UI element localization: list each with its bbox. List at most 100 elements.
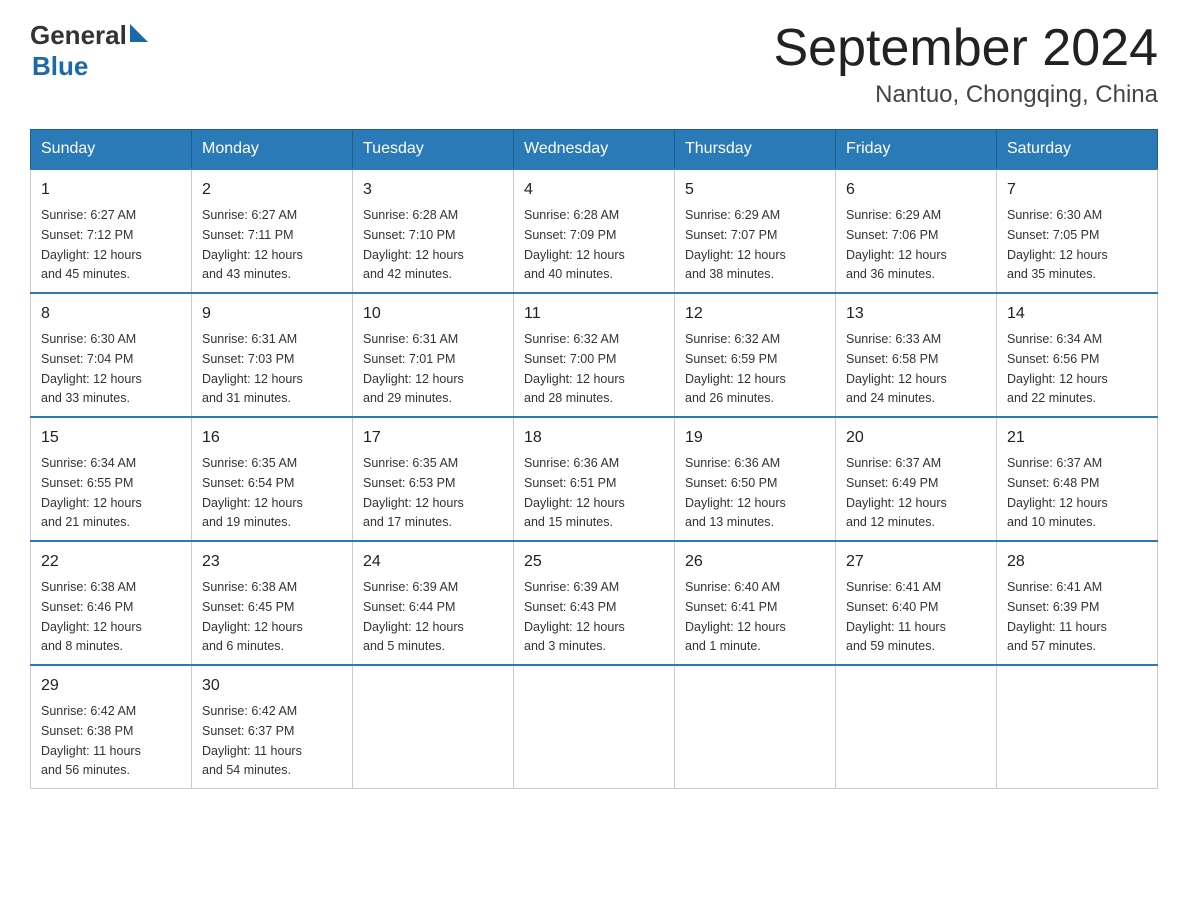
calendar-cell xyxy=(514,665,675,789)
calendar-location: Nantuo, Chongqing, China xyxy=(774,81,1159,109)
day-number: 25 xyxy=(524,550,664,574)
day-number: 28 xyxy=(1007,550,1147,574)
day-info: Sunrise: 6:35 AMSunset: 6:53 PMDaylight:… xyxy=(363,456,464,529)
day-info: Sunrise: 6:28 AMSunset: 7:09 PMDaylight:… xyxy=(524,208,625,281)
calendar-title-area: September 2024 Nantuo, Chongqing, China xyxy=(774,20,1159,109)
day-info: Sunrise: 6:34 AMSunset: 6:56 PMDaylight:… xyxy=(1007,332,1108,405)
day-info: Sunrise: 6:31 AMSunset: 7:03 PMDaylight:… xyxy=(202,332,303,405)
day-number: 12 xyxy=(685,302,825,326)
day-number: 9 xyxy=(202,302,342,326)
calendar-cell: 11 Sunrise: 6:32 AMSunset: 7:00 PMDaylig… xyxy=(514,293,675,417)
day-number: 15 xyxy=(41,426,181,450)
weekday-header-row: SundayMondayTuesdayWednesdayThursdayFrid… xyxy=(31,130,1158,170)
calendar-cell: 16 Sunrise: 6:35 AMSunset: 6:54 PMDaylig… xyxy=(192,417,353,541)
day-number: 26 xyxy=(685,550,825,574)
logo-blue-text: Blue xyxy=(32,51,88,82)
calendar-cell: 6 Sunrise: 6:29 AMSunset: 7:06 PMDayligh… xyxy=(836,169,997,293)
day-info: Sunrise: 6:32 AMSunset: 6:59 PMDaylight:… xyxy=(685,332,786,405)
day-info: Sunrise: 6:38 AMSunset: 6:46 PMDaylight:… xyxy=(41,580,142,653)
calendar-cell: 1 Sunrise: 6:27 AMSunset: 7:12 PMDayligh… xyxy=(31,169,192,293)
weekday-header-friday: Friday xyxy=(836,130,997,170)
calendar-cell: 7 Sunrise: 6:30 AMSunset: 7:05 PMDayligh… xyxy=(997,169,1158,293)
calendar-cell: 12 Sunrise: 6:32 AMSunset: 6:59 PMDaylig… xyxy=(675,293,836,417)
day-number: 27 xyxy=(846,550,986,574)
day-info: Sunrise: 6:42 AMSunset: 6:38 PMDaylight:… xyxy=(41,704,141,777)
weekday-header-wednesday: Wednesday xyxy=(514,130,675,170)
day-info: Sunrise: 6:39 AMSunset: 6:43 PMDaylight:… xyxy=(524,580,625,653)
weekday-header-tuesday: Tuesday xyxy=(353,130,514,170)
week-row-2: 8 Sunrise: 6:30 AMSunset: 7:04 PMDayligh… xyxy=(31,293,1158,417)
logo-general-text: General xyxy=(30,20,127,51)
calendar-cell: 18 Sunrise: 6:36 AMSunset: 6:51 PMDaylig… xyxy=(514,417,675,541)
day-info: Sunrise: 6:40 AMSunset: 6:41 PMDaylight:… xyxy=(685,580,786,653)
day-number: 8 xyxy=(41,302,181,326)
day-number: 14 xyxy=(1007,302,1147,326)
calendar-cell: 14 Sunrise: 6:34 AMSunset: 6:56 PMDaylig… xyxy=(997,293,1158,417)
calendar-cell: 3 Sunrise: 6:28 AMSunset: 7:10 PMDayligh… xyxy=(353,169,514,293)
calendar-cell: 2 Sunrise: 6:27 AMSunset: 7:11 PMDayligh… xyxy=(192,169,353,293)
day-number: 10 xyxy=(363,302,503,326)
day-number: 20 xyxy=(846,426,986,450)
day-info: Sunrise: 6:37 AMSunset: 6:49 PMDaylight:… xyxy=(846,456,947,529)
calendar-cell: 26 Sunrise: 6:40 AMSunset: 6:41 PMDaylig… xyxy=(675,541,836,665)
day-number: 21 xyxy=(1007,426,1147,450)
day-info: Sunrise: 6:28 AMSunset: 7:10 PMDaylight:… xyxy=(363,208,464,281)
calendar-cell xyxy=(997,665,1158,789)
day-number: 24 xyxy=(363,550,503,574)
weekday-header-sunday: Sunday xyxy=(31,130,192,170)
calendar-cell: 27 Sunrise: 6:41 AMSunset: 6:40 PMDaylig… xyxy=(836,541,997,665)
weekday-header-thursday: Thursday xyxy=(675,130,836,170)
calendar-cell: 17 Sunrise: 6:35 AMSunset: 6:53 PMDaylig… xyxy=(353,417,514,541)
day-number: 7 xyxy=(1007,178,1147,202)
day-number: 18 xyxy=(524,426,664,450)
day-number: 2 xyxy=(202,178,342,202)
calendar-cell: 24 Sunrise: 6:39 AMSunset: 6:44 PMDaylig… xyxy=(353,541,514,665)
day-info: Sunrise: 6:37 AMSunset: 6:48 PMDaylight:… xyxy=(1007,456,1108,529)
day-info: Sunrise: 6:30 AMSunset: 7:04 PMDaylight:… xyxy=(41,332,142,405)
calendar-cell: 15 Sunrise: 6:34 AMSunset: 6:55 PMDaylig… xyxy=(31,417,192,541)
day-info: Sunrise: 6:27 AMSunset: 7:12 PMDaylight:… xyxy=(41,208,142,281)
calendar-cell: 13 Sunrise: 6:33 AMSunset: 6:58 PMDaylig… xyxy=(836,293,997,417)
calendar-table: SundayMondayTuesdayWednesdayThursdayFrid… xyxy=(30,129,1158,789)
day-info: Sunrise: 6:36 AMSunset: 6:50 PMDaylight:… xyxy=(685,456,786,529)
calendar-cell: 4 Sunrise: 6:28 AMSunset: 7:09 PMDayligh… xyxy=(514,169,675,293)
calendar-cell: 28 Sunrise: 6:41 AMSunset: 6:39 PMDaylig… xyxy=(997,541,1158,665)
day-number: 30 xyxy=(202,674,342,698)
calendar-cell: 23 Sunrise: 6:38 AMSunset: 6:45 PMDaylig… xyxy=(192,541,353,665)
day-info: Sunrise: 6:30 AMSunset: 7:05 PMDaylight:… xyxy=(1007,208,1108,281)
week-row-5: 29 Sunrise: 6:42 AMSunset: 6:38 PMDaylig… xyxy=(31,665,1158,789)
day-number: 17 xyxy=(363,426,503,450)
page-header: General Blue September 2024 Nantuo, Chon… xyxy=(30,20,1158,109)
day-info: Sunrise: 6:27 AMSunset: 7:11 PMDaylight:… xyxy=(202,208,303,281)
day-info: Sunrise: 6:34 AMSunset: 6:55 PMDaylight:… xyxy=(41,456,142,529)
calendar-cell xyxy=(836,665,997,789)
week-row-4: 22 Sunrise: 6:38 AMSunset: 6:46 PMDaylig… xyxy=(31,541,1158,665)
calendar-cell: 19 Sunrise: 6:36 AMSunset: 6:50 PMDaylig… xyxy=(675,417,836,541)
day-number: 16 xyxy=(202,426,342,450)
calendar-cell: 20 Sunrise: 6:37 AMSunset: 6:49 PMDaylig… xyxy=(836,417,997,541)
day-info: Sunrise: 6:31 AMSunset: 7:01 PMDaylight:… xyxy=(363,332,464,405)
day-number: 23 xyxy=(202,550,342,574)
day-info: Sunrise: 6:41 AMSunset: 6:39 PMDaylight:… xyxy=(1007,580,1107,653)
calendar-cell xyxy=(353,665,514,789)
logo: General Blue xyxy=(30,20,148,82)
day-number: 29 xyxy=(41,674,181,698)
day-number: 19 xyxy=(685,426,825,450)
day-number: 11 xyxy=(524,302,664,326)
calendar-cell: 5 Sunrise: 6:29 AMSunset: 7:07 PMDayligh… xyxy=(675,169,836,293)
day-number: 5 xyxy=(685,178,825,202)
weekday-header-saturday: Saturday xyxy=(997,130,1158,170)
calendar-cell: 10 Sunrise: 6:31 AMSunset: 7:01 PMDaylig… xyxy=(353,293,514,417)
day-number: 6 xyxy=(846,178,986,202)
day-info: Sunrise: 6:38 AMSunset: 6:45 PMDaylight:… xyxy=(202,580,303,653)
day-info: Sunrise: 6:35 AMSunset: 6:54 PMDaylight:… xyxy=(202,456,303,529)
day-info: Sunrise: 6:39 AMSunset: 6:44 PMDaylight:… xyxy=(363,580,464,653)
day-number: 1 xyxy=(41,178,181,202)
day-info: Sunrise: 6:32 AMSunset: 7:00 PMDaylight:… xyxy=(524,332,625,405)
day-info: Sunrise: 6:41 AMSunset: 6:40 PMDaylight:… xyxy=(846,580,946,653)
calendar-cell: 8 Sunrise: 6:30 AMSunset: 7:04 PMDayligh… xyxy=(31,293,192,417)
day-number: 4 xyxy=(524,178,664,202)
calendar-cell: 21 Sunrise: 6:37 AMSunset: 6:48 PMDaylig… xyxy=(997,417,1158,541)
day-info: Sunrise: 6:33 AMSunset: 6:58 PMDaylight:… xyxy=(846,332,947,405)
calendar-cell xyxy=(675,665,836,789)
